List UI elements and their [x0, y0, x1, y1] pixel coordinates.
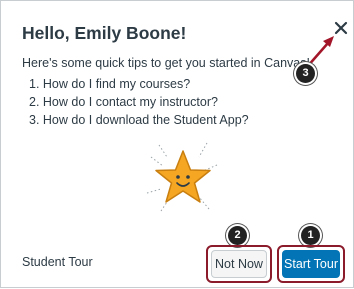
callout-badge: 2 — [228, 226, 247, 245]
start-tour-button[interactable]: Start Tour — [282, 250, 340, 278]
callout-badge: 1 — [301, 226, 320, 245]
not-now-button[interactable]: Not Now — [211, 250, 267, 278]
footer-label: Student Tour — [22, 255, 93, 269]
tip-item: 2. How do I contact my instructor? — [29, 95, 218, 109]
tour-dialog: Hello, Emily Boone! Here's some quick ti… — [0, 0, 354, 288]
dialog-title: Hello, Emily Boone! — [22, 23, 187, 43]
close-icon[interactable] — [334, 21, 348, 35]
tip-item: 3. How do I download the Student App? — [29, 113, 249, 127]
intro-text: Here's some quick tips to get you starte… — [22, 56, 310, 70]
callout-badge: 3 — [296, 64, 315, 83]
tip-item: 1. How do I find my courses? — [29, 77, 191, 91]
tips-list: 1. How do I find my courses? 2. How do I… — [29, 75, 249, 129]
smiling-star-icon — [146, 142, 218, 212]
